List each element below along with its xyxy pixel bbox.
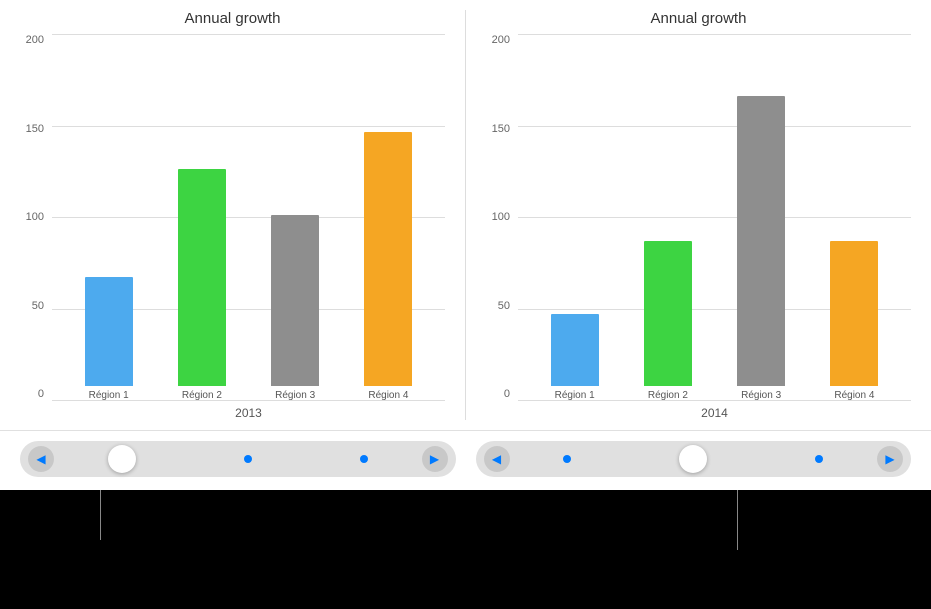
bar-group: Région 1 bbox=[81, 277, 136, 401]
chart-1-title: Annual growth bbox=[185, 10, 281, 27]
slider-2-right-btn[interactable]: ▶ bbox=[877, 446, 903, 472]
y-axis-label: 200 bbox=[26, 35, 44, 46]
y-axis-label: 50 bbox=[498, 301, 510, 312]
chevron-right-icon-2: ▶ bbox=[885, 452, 894, 466]
bar bbox=[551, 314, 599, 387]
bar-group: Région 3 bbox=[734, 96, 789, 401]
chart-1-area: Région 1 Région 2 Région 3 Région 4 2013 bbox=[52, 35, 445, 430]
slider-2-thumb[interactable] bbox=[679, 445, 707, 473]
chart-2-container: Annual growth 050100150200 Région 1Régio… bbox=[466, 0, 931, 430]
chevron-left-icon-1: ◀ bbox=[36, 452, 45, 466]
y-axis-label: 150 bbox=[26, 124, 44, 135]
y-axis-label: 100 bbox=[26, 212, 44, 223]
slider-2-dot-2 bbox=[815, 455, 823, 463]
sliders-area: ◀ ▶ ◀ ▶ bbox=[0, 430, 931, 490]
bar bbox=[178, 169, 226, 387]
slider-1-inner bbox=[54, 445, 422, 473]
chart-2-bars: Région 1 Région 2 Région 3 Région 4 bbox=[518, 35, 911, 401]
bar-label: Région 3 bbox=[741, 390, 781, 401]
slider-1-dot-1 bbox=[244, 455, 252, 463]
chart-1-y-axis: 0 50 100 150 200 bbox=[20, 35, 52, 430]
bar-label: Région 1 bbox=[555, 390, 595, 401]
slider-2-inner bbox=[510, 445, 878, 473]
chart-2-grid: Région 1 Région 2 Région 3 Région 4 bbox=[518, 35, 911, 401]
chevron-left-icon-2: ◀ bbox=[492, 452, 501, 466]
bar bbox=[85, 277, 133, 386]
bar-group: Région 4 bbox=[827, 241, 882, 401]
chart-1-grid: Région 1 Région 2 Région 3 Région 4 bbox=[52, 35, 445, 401]
chart-2-year: 2014 bbox=[518, 401, 911, 430]
bar-label: Région 3 bbox=[275, 390, 315, 401]
bar-group: Région 4 bbox=[361, 132, 416, 401]
slider-2-left-btn[interactable]: ◀ bbox=[484, 446, 510, 472]
annotation-line-right bbox=[737, 490, 738, 550]
chart-1-container: Annual growth 050100150200 Région 1Régio… bbox=[0, 0, 465, 430]
annotation-line-left bbox=[100, 490, 101, 540]
y-axis-label: 0 bbox=[38, 389, 44, 400]
chevron-right-icon-1: ▶ bbox=[430, 452, 439, 466]
chart-2-area: Région 1 Région 2 Région 3 Région 4 2014 bbox=[518, 35, 911, 430]
slider-2-dot-1 bbox=[563, 455, 571, 463]
y-axis-label: 0 bbox=[504, 389, 510, 400]
chart-2-title: Annual growth bbox=[651, 10, 747, 27]
chart-2-y-axis: 0 50 100 150 200 bbox=[486, 35, 518, 430]
bar-label: Région 4 bbox=[368, 390, 408, 401]
y-axis-label: 150 bbox=[492, 124, 510, 135]
bar bbox=[644, 241, 692, 386]
bar bbox=[364, 132, 412, 386]
chart-1-year: 2013 bbox=[52, 401, 445, 430]
slider-1-left-btn[interactable]: ◀ bbox=[28, 446, 54, 472]
slider-1-right-btn[interactable]: ▶ bbox=[422, 446, 448, 472]
bar-label: Région 1 bbox=[89, 390, 129, 401]
slider-1-thumb[interactable] bbox=[108, 445, 136, 473]
chart-1-wrapper: 050100150200 Région 1Région 2Région 3Rég… bbox=[20, 35, 445, 430]
bar-label: Région 2 bbox=[182, 390, 222, 401]
charts-area: Annual growth 050100150200 Région 1Régio… bbox=[0, 0, 931, 430]
bar-group: Région 1 bbox=[547, 314, 602, 402]
bar bbox=[830, 241, 878, 386]
y-axis-label: 100 bbox=[492, 212, 510, 223]
slider-2-track[interactable]: ◀ ▶ bbox=[476, 441, 912, 477]
bar-group: Région 2 bbox=[640, 241, 695, 401]
bar bbox=[271, 215, 319, 386]
y-axis-label: 50 bbox=[32, 301, 44, 312]
bar-label: Région 2 bbox=[648, 390, 688, 401]
bar-group: Région 3 bbox=[268, 215, 323, 401]
bar bbox=[737, 96, 785, 386]
slider-1-track[interactable]: ◀ ▶ bbox=[20, 441, 456, 477]
y-axis-label: 200 bbox=[492, 35, 510, 46]
bar-group: Région 2 bbox=[174, 169, 229, 402]
slider-1-dot-2 bbox=[360, 455, 368, 463]
annotation-area bbox=[0, 490, 931, 609]
chart-2-wrapper: 050100150200 Région 1Région 2Région 3Rég… bbox=[486, 35, 911, 430]
chart-1-bars: Région 1 Région 2 Région 3 Région 4 bbox=[52, 35, 445, 401]
bar-label: Région 4 bbox=[834, 390, 874, 401]
